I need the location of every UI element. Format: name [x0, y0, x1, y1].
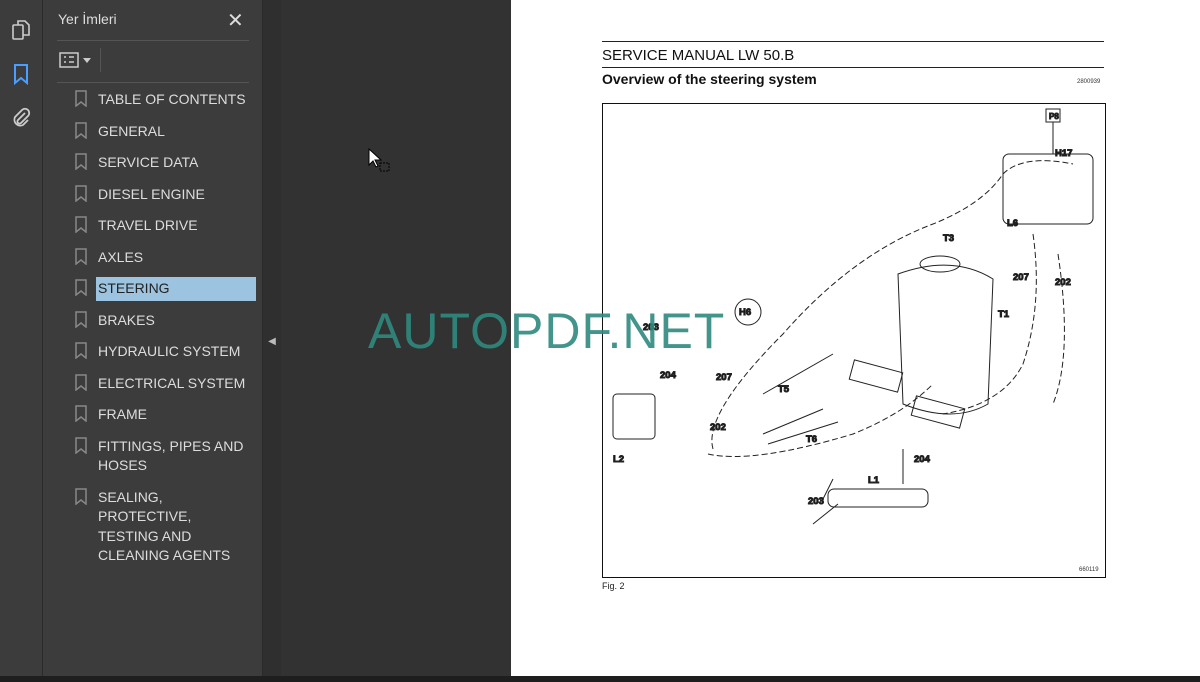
bookmark-label: GENERAL: [98, 122, 165, 139]
bookmark-item[interactable]: SERVICE DATA: [43, 151, 263, 175]
bookmark-icon[interactable]: [9, 62, 33, 86]
bookmark-label: ELECTRICAL SYSTEM: [98, 374, 246, 391]
label-202: 202: [710, 422, 726, 433]
bookmark-outline-icon: [75, 405, 87, 422]
bookmark-outline-icon: [75, 247, 87, 265]
bookmark-item[interactable]: SEALING, PROTECTIVE, TESTING AND CLEANIN…: [43, 486, 263, 568]
label-l1: L1: [868, 475, 880, 486]
label-203: 203: [643, 322, 659, 333]
label-203: 203: [808, 496, 824, 507]
bookmark-label: BRAKES: [98, 311, 155, 328]
label-204: 204: [914, 454, 931, 465]
divider: [100, 48, 101, 72]
bookmark-outline-icon: [75, 310, 87, 328]
label-l6: L6: [1007, 218, 1018, 229]
bookmark-label: SEALING, PROTECTIVE, TESTING AND CLEANIN…: [98, 488, 231, 564]
bookmark-outline-icon: [75, 436, 87, 454]
bookmarks-panel: Yer İmleri ✕ TABLE OF CONTENTS GENERAL SER…: [43, 0, 263, 682]
bookmark-item[interactable]: BRAKES: [43, 309, 263, 333]
bookmark-item[interactable]: ELECTRICAL SYSTEM: [43, 372, 263, 396]
label-t1: T1: [998, 309, 1010, 320]
label-l2: L2: [613, 454, 624, 465]
bookmark-label: DIESEL ENGINE: [98, 185, 205, 202]
bottom-bar: [0, 676, 1200, 682]
bookmark-item[interactable]: DIESEL ENGINE: [43, 183, 263, 207]
label-t5: T5: [778, 384, 790, 395]
bookmark-item[interactable]: TABLE OF CONTENTS: [43, 88, 263, 112]
bookmark-label: TRAVEL DRIVE: [98, 217, 198, 233]
bookmark-outline-icon: [75, 487, 87, 505]
bookmark-item[interactable]: STEERING: [43, 277, 263, 301]
label-202: 202: [1055, 277, 1071, 288]
close-icon[interactable]: ✕: [227, 8, 244, 33]
chevron-down-icon: [83, 57, 91, 63]
label-204: 204: [660, 370, 677, 381]
label-207: 207: [716, 372, 732, 383]
bookmark-label: AXLES: [98, 248, 144, 265]
bookmark-outline-icon: [75, 216, 87, 233]
bookmark-item[interactable]: HYDRAULIC SYSTEM: [43, 340, 263, 364]
divider: [57, 40, 249, 41]
bookmark-label: HYDRAULIC SYSTEM: [98, 343, 241, 359]
figure-number: 660119: [1079, 567, 1099, 573]
bookmark-item[interactable]: GENERAL: [43, 120, 263, 144]
bookmark-outline-icon: [75, 90, 87, 107]
options-button[interactable]: [59, 52, 91, 68]
label-t3: T3: [943, 233, 954, 244]
list-options-icon: [59, 52, 79, 68]
bookmark-outline-icon: [75, 121, 87, 139]
steering-diagram: P8 H17 L6 T3 207 202 T1 H6 203 204 207 T…: [602, 103, 1106, 578]
label-207: 207: [1013, 272, 1029, 283]
bookmark-label: FITTINGS, PIPES AND HOSES: [98, 437, 244, 474]
bookmark-outline-icon: [75, 342, 87, 359]
doc-number: 2800939: [1077, 79, 1101, 85]
attachment-icon[interactable]: [9, 106, 33, 130]
figure-caption: Fig. 2: [602, 581, 625, 591]
label-p8: P8: [1049, 112, 1059, 121]
tool-rail: [0, 0, 43, 682]
collapse-panel-button[interactable]: ◀: [263, 0, 281, 682]
pages-icon[interactable]: [9, 18, 33, 42]
bookmark-item[interactable]: FRAME: [43, 403, 263, 427]
bookmark-outline-icon: [75, 373, 87, 391]
divider: [57, 82, 249, 83]
label-t6: T6: [806, 434, 817, 445]
bookmark-item[interactable]: TRAVEL DRIVE: [43, 214, 263, 238]
pdf-page: SERVICE MANUAL LW 50.B Overview of the s…: [511, 0, 1200, 676]
page-title: Overview of the steering system: [602, 71, 817, 87]
bookmark-label: STEERING: [96, 277, 256, 301]
bookmark-item[interactable]: AXLES: [43, 246, 263, 270]
manual-header: SERVICE MANUAL LW 50.B: [602, 47, 795, 64]
bookmark-outline-icon: [75, 184, 87, 202]
label-h17: H17: [1055, 148, 1072, 159]
bookmark-outline-icon: [75, 279, 87, 296]
bookmark-label: SERVICE DATA: [98, 154, 199, 170]
bookmark-item[interactable]: FITTINGS, PIPES AND HOSES: [43, 435, 263, 478]
bookmark-label: TABLE OF CONTENTS: [98, 91, 246, 107]
bookmark-outline-icon: [75, 153, 87, 170]
panel-title: Yer İmleri: [58, 11, 117, 27]
bookmark-list: TABLE OF CONTENTS GENERAL SERVICE DATA DIES…: [43, 88, 263, 576]
label-h6: H6: [739, 307, 751, 318]
cursor-icon: [368, 148, 390, 172]
bookmark-label: FRAME: [98, 406, 147, 422]
